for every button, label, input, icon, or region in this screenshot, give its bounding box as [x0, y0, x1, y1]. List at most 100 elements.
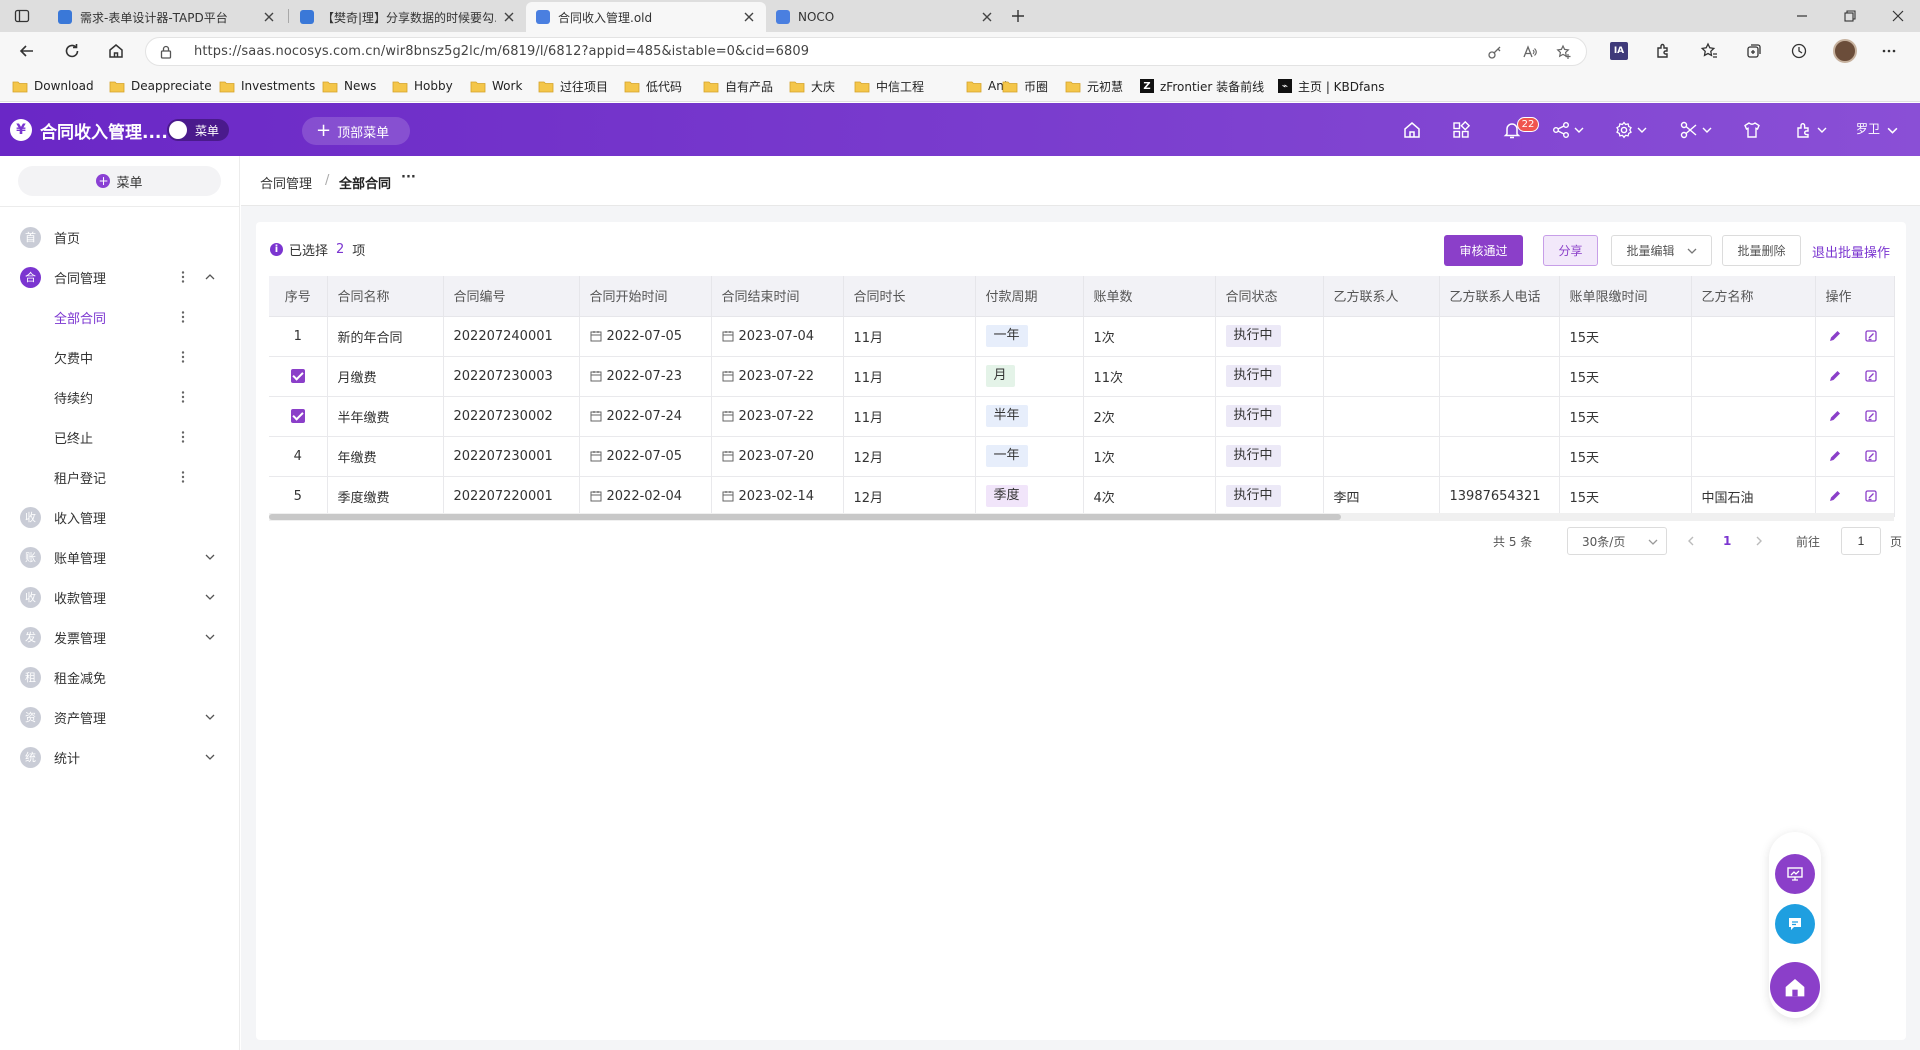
batch-delete-button[interactable]: 批量删除 [1722, 235, 1801, 266]
row-number[interactable]: 5 [294, 489, 302, 504]
sidebar-item[interactable]: 首首页 [0, 217, 240, 257]
bookmark-item[interactable]: 过往项目 [538, 70, 608, 102]
sidebar-item[interactable]: 发发票管理 [0, 617, 240, 657]
exit-batch-link[interactable]: 退出批量操作 [1812, 242, 1890, 261]
goto-page-input[interactable] [1841, 527, 1881, 555]
more-vertical-icon[interactable] [181, 470, 185, 484]
history-icon[interactable] [1790, 42, 1808, 60]
sidebar-item[interactable]: 已终止 [0, 417, 240, 457]
table-row[interactable]: 半年缴费 202207230002 2022-07-24 2023-07-22 11月半… [269, 396, 1895, 437]
breadcrumb-more-icon[interactable]: ··· [401, 170, 416, 185]
column-header[interactable]: 乙方联系人 [1323, 276, 1440, 317]
edit-form-icon[interactable] [1864, 449, 1878, 463]
column-header[interactable]: 合同状态 [1215, 276, 1324, 317]
sidebar-item[interactable]: 租户登记 [0, 457, 240, 497]
extension-ia-icon[interactable]: IA [1610, 42, 1628, 60]
top-menu-button[interactable]: + 顶部菜单 [302, 117, 410, 145]
chevron-down-icon[interactable] [204, 591, 216, 603]
page-size-select[interactable]: 30条/页 [1567, 527, 1667, 555]
bookmark-item[interactable]: 自有产品 [703, 70, 773, 102]
table-row[interactable]: 5 季度缴费 202207220001 2022-02-04 2023-02-14 12月… [269, 476, 1895, 517]
batch-edit-button[interactable]: 批量编辑 [1611, 235, 1712, 266]
more-vertical-icon[interactable] [181, 310, 185, 324]
bookmark-item[interactable]: Deappreciate [109, 70, 212, 102]
bookmark-item[interactable]: 低代码 [624, 70, 682, 102]
lock-icon[interactable] [160, 45, 172, 59]
settings-gear-icon[interactable] [1614, 119, 1647, 141]
horizontal-scrollbar[interactable] [269, 513, 1894, 521]
column-header[interactable]: 合同名称 [327, 276, 444, 317]
address-bar[interactable]: https://saas.nocosys.com.cn/wir8bnsz5g2l… [145, 37, 1587, 66]
edit-pencil-icon[interactable] [1828, 329, 1842, 343]
back-icon[interactable] [18, 42, 36, 60]
close-tab-icon[interactable] [502, 10, 516, 24]
bookmark-item[interactable]: 币圈 [1002, 70, 1048, 102]
minimize-icon[interactable] [1794, 8, 1810, 24]
more-vertical-icon[interactable] [181, 270, 185, 284]
row-number[interactable]: 4 [294, 449, 302, 464]
home-icon[interactable] [107, 42, 125, 60]
approve-button[interactable]: 审核通过 [1444, 235, 1523, 266]
sidebar-item[interactable]: 欠费中 [0, 337, 240, 377]
sidebar-item[interactable]: 收收款管理 [0, 577, 240, 617]
table-row[interactable]: 1 新的年合同 202207240001 2022-07-05 2023-07-04 11… [269, 316, 1895, 357]
sidebar-item[interactable]: 租租金减免 [0, 657, 240, 697]
presentation-button[interactable] [1775, 854, 1815, 894]
profile-avatar[interactable] [1833, 39, 1857, 63]
chevron-up-icon[interactable] [204, 271, 216, 283]
close-tab-icon[interactable] [980, 10, 994, 24]
column-header[interactable]: 乙方联系人电话 [1439, 276, 1560, 317]
sidebar-item[interactable]: 合合同管理 [0, 257, 240, 297]
tab-actions-icon[interactable] [14, 8, 30, 24]
app-title[interactable]: 合同收入管理.... [40, 118, 168, 143]
edit-form-icon[interactable] [1864, 369, 1878, 383]
edit-pencil-icon[interactable] [1828, 369, 1842, 383]
chevron-down-icon[interactable] [204, 711, 216, 723]
more-options-icon[interactable] [1880, 42, 1898, 60]
tools-icon[interactable] [1679, 119, 1712, 141]
column-header[interactable]: 乙方名称 [1691, 276, 1816, 317]
close-tab-icon[interactable] [262, 10, 276, 24]
column-header[interactable]: 账单限缴时间 [1559, 276, 1692, 317]
column-header[interactable]: 序号 [269, 276, 328, 317]
extensions-icon[interactable] [1654, 42, 1672, 60]
sidebar-item[interactable]: 收收入管理 [0, 497, 240, 537]
share-button[interactable]: 分享 [1543, 235, 1598, 266]
key-icon[interactable] [1487, 44, 1503, 60]
bookmark-item[interactable]: Download [12, 70, 94, 102]
bookmark-item[interactable]: News [322, 70, 376, 102]
row-checkbox[interactable] [290, 369, 305, 383]
chat-button[interactable] [1775, 904, 1815, 944]
share-menu-icon[interactable] [1551, 119, 1584, 141]
breadcrumb-parent[interactable]: 合同管理 [260, 173, 312, 192]
browser-tab-2[interactable]: 【樊奇|理】分享数据的时候要勾… [290, 2, 526, 32]
new-tab-icon[interactable] [1010, 8, 1026, 24]
column-header[interactable]: 账单数 [1083, 276, 1216, 317]
edit-form-icon[interactable] [1864, 409, 1878, 423]
close-window-icon[interactable] [1890, 8, 1906, 24]
browser-tab-4[interactable]: NOCO [766, 2, 1004, 32]
home-icon[interactable] [1402, 119, 1422, 141]
bookmark-item[interactable]: 中信工程 [854, 70, 924, 102]
browser-tab-3[interactable]: 合同收入管理.old [526, 2, 766, 32]
edit-form-icon[interactable] [1864, 329, 1878, 343]
table-row[interactable]: 月缴费 202207230003 2022-07-23 2023-07-22 11月月 1… [269, 356, 1895, 397]
bookmark-item[interactable]: ZzFrontier 装备前线 [1140, 70, 1264, 102]
column-header[interactable]: 合同结束时间 [711, 276, 844, 317]
column-header[interactable]: 合同时长 [843, 276, 976, 317]
chevron-down-icon[interactable] [204, 631, 216, 643]
refresh-icon[interactable] [63, 42, 81, 60]
more-vertical-icon[interactable] [181, 390, 185, 404]
close-tab-icon[interactable] [742, 10, 756, 24]
menu-toggle-switch[interactable]: 菜单 [167, 119, 229, 141]
column-header[interactable]: 合同开始时间 [579, 276, 712, 317]
user-name[interactable]: 罗卫 [1856, 120, 1880, 137]
column-header[interactable]: 操作 [1815, 276, 1895, 317]
plugin-icon[interactable] [1794, 119, 1827, 141]
more-vertical-icon[interactable] [181, 430, 185, 444]
edit-pencil-icon[interactable] [1828, 409, 1842, 423]
sidebar-item[interactable]: 待续约 [0, 377, 240, 417]
bookmark-item[interactable]: 大庆 [789, 70, 835, 102]
bookmark-item[interactable]: 元初慧 [1065, 70, 1123, 102]
chevron-down-icon[interactable] [204, 551, 216, 563]
